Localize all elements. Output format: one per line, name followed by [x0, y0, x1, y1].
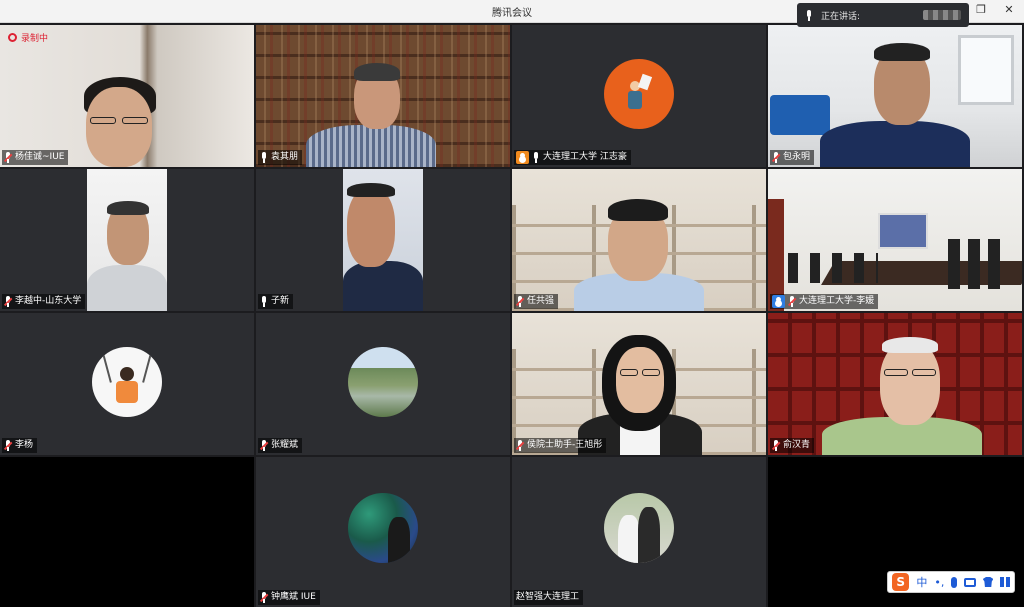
mic-muted-icon: [3, 296, 13, 307]
video-feed: [768, 169, 1022, 311]
participant-tile[interactable]: 大连理工大学-李媛: [768, 169, 1022, 311]
shirt-icon[interactable]: [982, 577, 994, 587]
participant-tile[interactable]: 李越中-山东大学: [0, 169, 254, 311]
nameplate: 子新: [258, 294, 294, 309]
speaking-mic-icon: [805, 9, 813, 21]
video-feed: [512, 313, 766, 455]
nameplate: 俞汉青: [770, 438, 815, 453]
video-feed: [256, 25, 510, 167]
participant-tile[interactable]: 侯院士助手-王旭彤: [512, 313, 766, 455]
participant-tile[interactable]: 大连理工大学 江志豪: [512, 25, 766, 167]
participant-tile[interactable]: 子新: [256, 169, 510, 311]
mic-on-icon: [260, 152, 268, 163]
keyboard-icon[interactable]: [964, 577, 976, 587]
nameplate: 杨佳诚~IUE: [2, 150, 69, 165]
mic-icon[interactable]: [951, 576, 958, 588]
host-badge-icon: [516, 151, 529, 164]
participant-avatar: [92, 347, 162, 417]
mic-muted-icon: [259, 592, 269, 603]
nameplate: 张耀斌: [258, 438, 303, 453]
speaking-label: 正在讲话:: [821, 11, 861, 22]
participant-avatar: [348, 347, 418, 417]
nameplate: 袁其朋: [258, 150, 303, 165]
mic-muted-icon: [515, 440, 525, 451]
nameplate: 侯院士助手-王旭彤: [514, 438, 607, 453]
video-feed: [768, 25, 1022, 167]
nameplate: 李杨: [2, 438, 38, 453]
mic-muted-icon: [515, 296, 525, 307]
mic-muted-icon: [259, 440, 269, 451]
participant-tile[interactable]: 钟鹰斌 IUE: [256, 457, 510, 607]
participant-tile[interactable]: 张耀斌: [256, 313, 510, 455]
participant-tile[interactable]: 李杨: [0, 313, 254, 455]
video-feed: [768, 313, 1022, 455]
participant-tile[interactable]: 赵智强大连理工: [512, 457, 766, 607]
restore-button[interactable]: ❐: [974, 3, 988, 16]
cohost-badge-icon: [772, 295, 785, 308]
video-feed: [512, 169, 766, 311]
nameplate: 任共强: [514, 294, 559, 309]
participant-avatar: [604, 493, 674, 563]
recording-indicator: 录制中: [8, 31, 48, 44]
grid-icon[interactable]: [1000, 577, 1011, 587]
nameplate: 大连理工大学-李媛: [770, 294, 879, 309]
nameplate: 钟鹰斌 IUE: [258, 590, 320, 605]
nameplate: 赵智强大连理工: [514, 590, 584, 605]
sogou-logo-icon[interactable]: S: [892, 573, 910, 591]
mic-on-icon: [532, 152, 540, 163]
ime-toolbar[interactable]: S 中 •,: [887, 571, 1015, 593]
mic-muted-icon: [787, 296, 797, 307]
video-feed: [343, 169, 423, 311]
video-feed: [87, 169, 167, 311]
ime-mode-toggle[interactable]: 中: [916, 574, 927, 590]
nameplate: 大连理工大学 江志豪: [514, 150, 631, 165]
empty-tile: [0, 457, 254, 607]
participant-tile[interactable]: 包永明: [768, 25, 1022, 167]
participant-avatar: [348, 493, 418, 563]
speaking-indicator: 正在讲话:: [797, 3, 969, 27]
participant-tile[interactable]: 俞汉青: [768, 313, 1022, 455]
video-feed: [0, 25, 254, 167]
nameplate: 李越中-山东大学: [2, 294, 86, 309]
participant-avatar: [604, 59, 674, 129]
mic-muted-icon: [771, 440, 781, 451]
mic-on-icon: [260, 296, 268, 307]
mic-muted-icon: [3, 152, 13, 163]
participant-tile[interactable]: 任共强: [512, 169, 766, 311]
participant-tile[interactable]: 录制中 杨佳诚~IUE: [0, 25, 254, 167]
mic-muted-icon: [3, 440, 13, 451]
close-button[interactable]: ✕: [1002, 3, 1016, 16]
ime-punctuation-toggle[interactable]: •,: [934, 576, 944, 589]
speaker-names-blurred: [923, 10, 961, 20]
participant-tile[interactable]: 袁其朋: [256, 25, 510, 167]
video-grid: 录制中 杨佳诚~IUE 袁其朋 大连理工大学 江志豪 包永明 李越中-山东大学 …: [0, 25, 1024, 607]
mic-muted-icon: [771, 152, 781, 163]
record-icon: [8, 33, 17, 42]
nameplate: 包永明: [770, 150, 815, 165]
